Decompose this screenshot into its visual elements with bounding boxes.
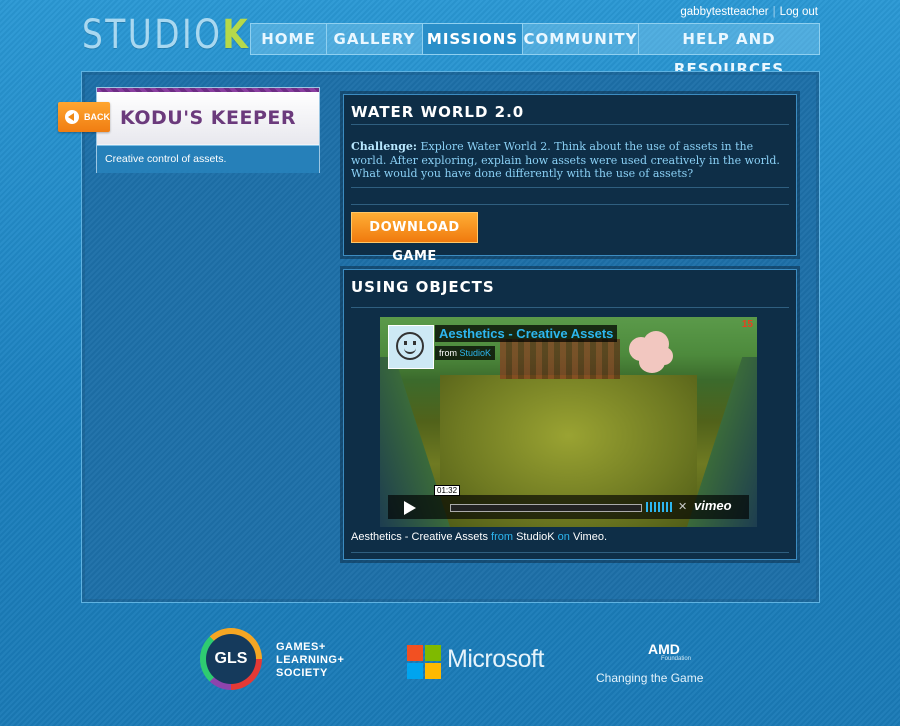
caption-from: from [487,531,517,543]
back-button[interactable]: BACK [58,102,110,132]
back-label: BACK [84,112,110,122]
nav-community[interactable]: COMMUNITY [523,24,639,54]
fullscreen-icon[interactable]: ✕ [678,500,687,513]
gls-line-society: SOCIETY [276,667,328,679]
channel-avatar[interactable] [388,325,434,369]
download-game-button[interactable]: DOWNLOAD GAME [351,212,478,264]
gls-logo[interactable]: GLS [200,628,270,698]
amd-foundation-label: Foundation [661,656,692,662]
gls-line-games: GAMES+ [276,641,326,653]
back-arrow-icon [65,110,79,124]
caption-channel-link[interactable]: StudioK [516,531,555,543]
divider [351,204,789,205]
logo-text: STUDIO [82,12,223,58]
divider [351,124,789,125]
video-time: 01:32 [434,485,461,496]
from-label: from [439,348,457,358]
card-description: Creative control of assets. [97,145,319,173]
video-section-title: USING OBJECTS [351,278,495,296]
challenge-box: WATER WORLD 2.0 Challenge: Explore Water… [343,94,797,264]
video-box: USING OBJECTS Aesthetics - Creative Asse… [343,269,797,560]
volume-icon[interactable] [646,502,672,512]
username-link[interactable]: gabbytestteacher [680,6,768,18]
caption-on: on [554,531,573,543]
video-caption: Aesthetics - Creative Assets from Studio… [351,531,607,543]
logo-k: K [222,12,251,58]
challenge-text: Challenge: Explore Water World 2. Think … [351,140,791,181]
gls-text: GAMES+ LEARNING+ SOCIETY [276,641,344,680]
nav-home[interactable]: HOME [251,24,327,54]
microsoft-wordmark[interactable]: Microsoft [447,645,544,674]
card-title: KODU'S KEEPER [97,92,319,144]
mission-card: KODU'S KEEPER Creative control of assets… [96,87,320,173]
caption-end: . [603,531,608,543]
nav-missions[interactable]: MISSIONS [423,24,523,54]
mission-title: WATER WORLD 2.0 [351,103,525,121]
cloud-object-icon [625,331,673,379]
amd-logo[interactable]: AMD [648,641,680,657]
gls-line-learning: LEARNING+ [276,654,345,666]
video-from-line: from StudioK [435,346,496,360]
video-progress-bar[interactable] [450,504,642,512]
video-scene-fence [500,339,620,379]
nav-gallery[interactable]: GALLERY [327,24,423,54]
divider [351,187,789,188]
user-bar: gabbytestteacher | Log out [680,6,818,18]
divider [351,552,789,553]
video-player[interactable]: Aesthetics - Creative Assets from Studio… [380,317,757,527]
logout-link[interactable]: Log out [780,6,818,18]
video-controls: 01:32 ✕ vimeo [388,485,749,519]
microsoft-logo-icon[interactable] [407,645,441,679]
amd-tagline: Changing the Game [596,671,704,685]
studiok-logo[interactable]: STUDIOK [82,12,250,58]
from-channel-link[interactable]: StudioK [460,348,492,358]
user-separator: | [772,6,776,18]
play-icon[interactable] [404,501,416,515]
vimeo-logo[interactable]: vimeo [694,498,732,513]
divider [351,307,789,308]
video-title-link[interactable]: Aesthetics - Creative Assets [435,325,618,342]
nav-help-and-resources[interactable]: HELP AND RESOURCES [639,24,819,78]
challenge-label: Challenge: [351,140,417,153]
video-score: 15 [741,319,753,330]
caption-provider-link[interactable]: Vimeo [573,531,604,543]
main-nav: HOME GALLERY MISSIONS COMMUNITY HELP AND… [250,23,820,78]
smiley-face-icon [396,332,424,360]
caption-title-link[interactable]: Aesthetics - Creative Assets [351,531,488,543]
gls-badge: GLS [206,634,256,684]
